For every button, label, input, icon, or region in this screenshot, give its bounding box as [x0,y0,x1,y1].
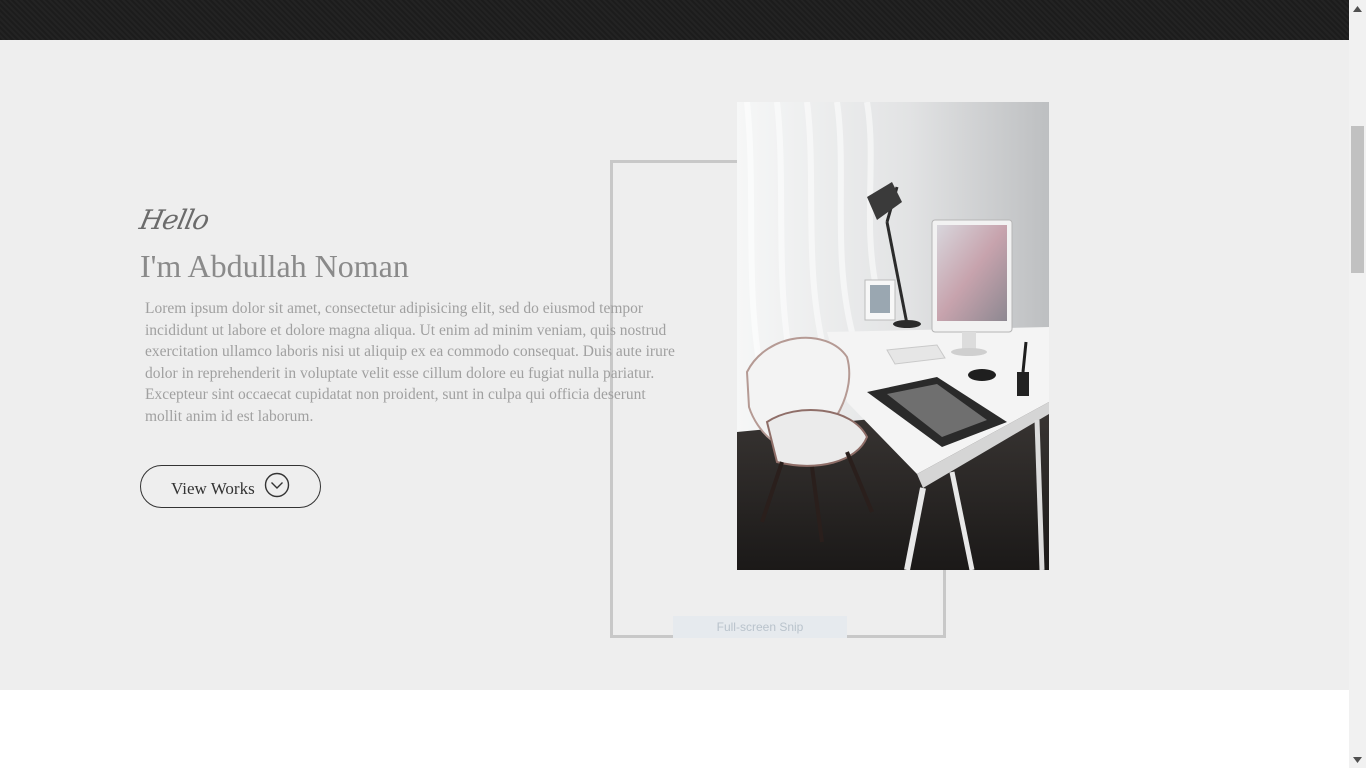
scroll-down-arrow-icon[interactable] [1349,751,1366,768]
page-title: I'm Abdullah Noman [140,248,409,284]
scrollbar-thumb[interactable] [1351,126,1364,273]
chevron-down-circle-icon [264,472,290,498]
desk-workspace-photo [737,102,1049,570]
greeting-script: Hello [136,205,212,236]
page: Hello I'm Abdullah Noman Lorem ipsum dol… [0,0,1366,768]
next-section [0,690,1349,768]
intro-paragraph: Lorem ipsum dolor sit amet, consectetur … [145,300,675,425]
vertical-scrollbar[interactable] [1349,0,1366,768]
view-works-button[interactable]: View Works [140,465,321,508]
view-works-label: View Works [171,478,255,498]
top-dark-band [0,0,1349,40]
full-screen-snip-tooltip: Full-screen Snip [673,616,847,638]
scroll-up-arrow-icon[interactable] [1349,0,1366,17]
